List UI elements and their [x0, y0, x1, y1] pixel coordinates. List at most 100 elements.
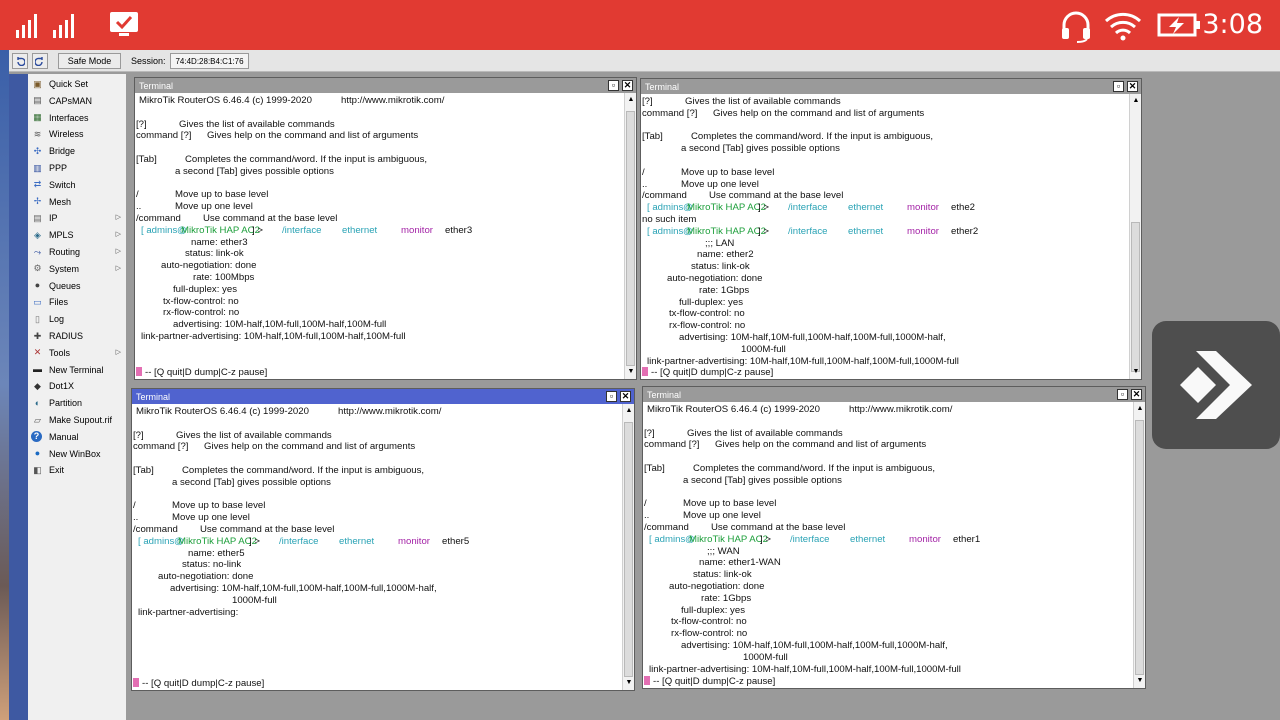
- terminal-window-3[interactable]: Terminal ▫ ✕ MikroTik RouterOS 6.46.4 (c) 1…: [131, 388, 635, 691]
- terminal-scrollbar[interactable]: ▲ ▼: [624, 93, 636, 379]
- menu-item-label: CAPsMAN: [49, 95, 93, 106]
- menu-item-interfaces[interactable]: ▦ Interfaces: [31, 110, 124, 126]
- terminal-line: /: [642, 166, 645, 178]
- menu-item-system[interactable]: ⚙ System ▷: [31, 261, 124, 277]
- menu-item-mpls[interactable]: ◈ MPLS ▷: [31, 227, 124, 243]
- terminal-line: /command: [642, 190, 687, 202]
- queues-icon: ●: [34, 280, 41, 291]
- terminal-cmd-token: monitor: [401, 224, 433, 236]
- terminal-host-token: MikroTik HAP AC2: [687, 202, 766, 214]
- scroll-thumb[interactable]: [1131, 222, 1140, 372]
- terminal-path-token: /interface: [788, 202, 828, 214]
- terminal-output[interactable]: MikroTik RouterOS 6.46.4 (c) 1999-2020 ht…: [132, 404, 622, 690]
- menu-item-tools[interactable]: ✕ Tools ▷: [31, 345, 124, 361]
- menu-item-wireless[interactable]: ≋ Wireless: [31, 126, 124, 142]
- terminal-line: Gives help on the command and list of ar…: [204, 441, 416, 453]
- menu-item-capsman[interactable]: ▤ CAPsMAN: [31, 93, 124, 109]
- scroll-thumb[interactable]: [624, 422, 633, 677]
- redo-button[interactable]: [32, 53, 48, 69]
- terminal-line: Move up one level: [681, 178, 759, 190]
- terminal-line: http://www.mikrotik.com/: [849, 404, 953, 415]
- scroll-up-icon[interactable]: ▲: [626, 95, 636, 105]
- terminal-line: a second [Tab] gives possible options: [681, 143, 840, 155]
- terminal-line: [Tab]: [644, 463, 665, 474]
- scroll-down-icon[interactable]: ▼: [1131, 367, 1141, 377]
- menu-item-new-terminal[interactable]: ▬ New Terminal: [31, 362, 124, 378]
- terminal-line: [?]: [133, 429, 144, 441]
- undo-button[interactable]: [12, 53, 28, 69]
- session-field[interactable]: 74:4D:28:B4:C1:76: [170, 53, 249, 69]
- menu-item-ip[interactable]: ▤ IP ▷: [31, 210, 124, 226]
- scroll-thumb[interactable]: [1135, 420, 1144, 675]
- menu-item-dot1x[interactable]: ◆ Dot1X: [31, 378, 124, 394]
- exit-icon: ◧: [33, 464, 42, 475]
- terminal-window-2[interactable]: Terminal ▫ ✕ [?] Gives the list of available…: [640, 78, 1142, 380]
- terminal-line: name: ether1-WAN: [699, 557, 781, 569]
- menu-item-files[interactable]: ▭ Files: [31, 294, 124, 310]
- remote-desktop-floating-button[interactable]: [1152, 321, 1280, 449]
- menu-item-log[interactable]: ▯ Log: [31, 311, 124, 327]
- headset-icon: [1062, 11, 1090, 43]
- terminal-line: /: [136, 189, 139, 201]
- terminal-output[interactable]: MikroTik RouterOS 6.46.4 (c) 1999-2020 ht…: [135, 93, 624, 379]
- scroll-thumb[interactable]: [626, 111, 635, 366]
- maximize-button[interactable]: ▫: [608, 80, 619, 91]
- winbox-icon: ●: [34, 448, 41, 459]
- terminal-window-4[interactable]: Terminal ▫ ✕ MikroTik RouterOS 6.46.4 (c) 1…: [642, 386, 1146, 689]
- scroll-up-icon[interactable]: ▲: [624, 406, 634, 416]
- menu-item-queues[interactable]: ● Queues: [31, 278, 124, 294]
- menu-item-mesh[interactable]: ✢ Mesh: [31, 194, 124, 210]
- terminal-title-bar[interactable]: Terminal ▫ ✕: [132, 389, 634, 404]
- menu-item-manual[interactable]: ? Manual: [31, 429, 124, 445]
- menu-item-exit[interactable]: ◧ Exit: [31, 462, 124, 478]
- terminal-line: ether5: [442, 535, 470, 547]
- menu-item-label: Routing: [49, 247, 81, 257]
- menu-item-ppp[interactable]: ▥ PPP: [31, 160, 124, 176]
- close-button[interactable]: ✕: [620, 391, 631, 402]
- menu-item-quick-set[interactable]: ▣ Quick Set: [31, 76, 124, 92]
- terminal-output[interactable]: [?] Gives the list of available commands c…: [641, 94, 1129, 379]
- menu-item-radius[interactable]: ✚ RADIUS: [31, 328, 124, 344]
- terminal-line: /: [644, 498, 647, 510]
- screen-cast-icon: [110, 12, 138, 36]
- terminal-line: 1000M-full: [741, 343, 786, 355]
- terminal-line: status: link-ok: [693, 569, 752, 581]
- terminal-path-token: ethernet: [848, 202, 884, 214]
- terminal-cmd-token: monitor: [398, 535, 430, 547]
- session-value: 74:4D:28:B4:C1:76: [175, 56, 244, 66]
- scroll-up-icon[interactable]: ▲: [1135, 404, 1145, 414]
- menu-item-routing[interactable]: ⤳ Routing ▷: [31, 244, 124, 260]
- maximize-button[interactable]: ▫: [1117, 389, 1128, 400]
- close-button[interactable]: ✕: [622, 80, 633, 91]
- terminal-scrollbar[interactable]: ▲ ▼: [1133, 402, 1145, 688]
- terminal-line: rx-flow-control: no: [669, 320, 746, 332]
- scroll-down-icon[interactable]: ▼: [1135, 676, 1145, 686]
- menu-item-switch[interactable]: ⇄ Switch: [31, 177, 124, 193]
- maximize-button[interactable]: ▫: [1113, 81, 1124, 92]
- menu-item-make-supout-rif[interactable]: ▱ Make Supout.rif: [31, 412, 124, 428]
- terminal-line: Move up one level: [172, 512, 250, 524]
- safe-mode-button[interactable]: Safe Mode: [58, 53, 121, 69]
- terminal-window-1[interactable]: Terminal ▫ ✕ MikroTik RouterOS 6.46.4 (c) 1…: [134, 77, 637, 380]
- terminal-title-bar[interactable]: Terminal ▫ ✕: [643, 387, 1145, 402]
- close-button[interactable]: ✕: [1131, 389, 1142, 400]
- terminal-scrollbar[interactable]: ▲ ▼: [622, 404, 634, 690]
- terminal-title-bar[interactable]: Terminal ▫ ✕: [135, 78, 636, 93]
- terminal-user-token: [ admins: [141, 224, 178, 236]
- scroll-up-icon[interactable]: ▲: [1131, 96, 1141, 106]
- terminal-line: command [?]: [644, 439, 700, 451]
- menu-item-new-winbox[interactable]: ● New WinBox: [31, 446, 124, 462]
- close-button[interactable]: ✕: [1127, 81, 1138, 92]
- terminal-host-token: MikroTik HAP AC2: [181, 224, 260, 236]
- menu-item-bridge[interactable]: ✣ Bridge: [31, 143, 124, 159]
- maximize-button[interactable]: ▫: [606, 391, 617, 402]
- scroll-down-icon[interactable]: ▼: [624, 678, 634, 688]
- scroll-down-icon[interactable]: ▼: [626, 367, 636, 377]
- menu-item-partition[interactable]: ◐ Partition: [31, 395, 124, 411]
- terminal-scrollbar[interactable]: ▲ ▼: [1129, 94, 1141, 379]
- terminal-output[interactable]: MikroTik RouterOS 6.46.4 (c) 1999-2020 ht…: [643, 402, 1133, 688]
- files-icon: ▭: [33, 296, 42, 307]
- terminal-user-token: [ admins: [649, 533, 686, 545]
- terminal-footer: -- [Q quit|D dump|C-z pause]: [133, 678, 264, 689]
- terminal-title-bar[interactable]: Terminal ▫ ✕: [641, 79, 1141, 94]
